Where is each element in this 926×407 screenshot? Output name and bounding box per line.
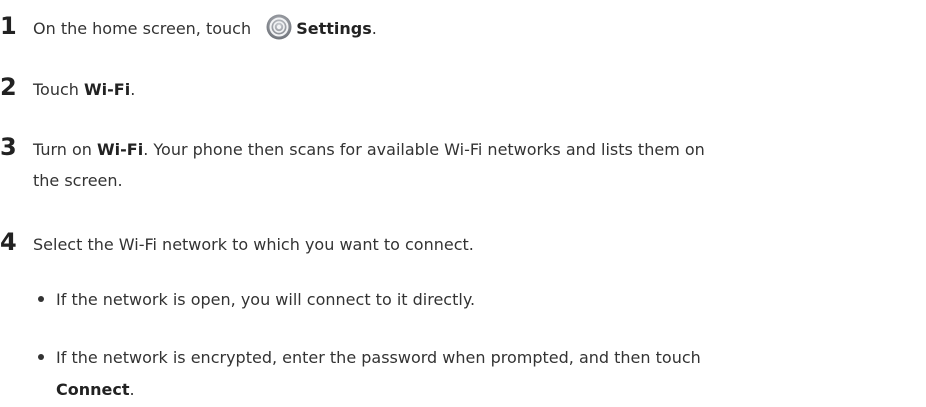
- step-number: 2: [0, 73, 17, 101]
- bullet-item: If the network is open, you will connect…: [38, 283, 475, 317]
- step-2: 2 Touch Wi-Fi.: [0, 70, 926, 107]
- step-number: 3: [0, 133, 17, 161]
- connect-label: Connect: [56, 380, 130, 399]
- bullet-text: If the network is encrypted, enter the p…: [56, 348, 701, 367]
- step-text: On the home screen, touch: [33, 19, 257, 38]
- wifi-label: Wi-Fi: [84, 80, 131, 99]
- bullet-dot: [38, 353, 44, 360]
- step-number: 1: [0, 12, 17, 40]
- step-text: Touch: [33, 80, 85, 99]
- step-text: Turn on: [33, 140, 98, 159]
- bullet-text: If the network is open, you will connect…: [56, 290, 476, 309]
- settings-label: Settings: [296, 19, 372, 38]
- bullet-dot: [38, 295, 44, 302]
- step-3: 3 Turn on Wi-Fi. Your phone then scans fo…: [0, 130, 926, 167]
- step-number: 4: [0, 228, 17, 256]
- step-1: 1 On the home screen, touch Settings.: [0, 9, 926, 46]
- bullet-continuation: Connect.: [56, 380, 135, 399]
- settings-icon: [266, 14, 292, 40]
- wifi-label: Wi-Fi: [97, 140, 144, 159]
- step-text: Select the Wi-Fi network to which you wa…: [33, 235, 474, 254]
- step-4: 4 Select the Wi-Fi network to which you w…: [0, 225, 926, 262]
- step-3-continuation: the screen.: [33, 171, 123, 190]
- bullet-item: If the network is encrypted, enter the p…: [38, 341, 701, 375]
